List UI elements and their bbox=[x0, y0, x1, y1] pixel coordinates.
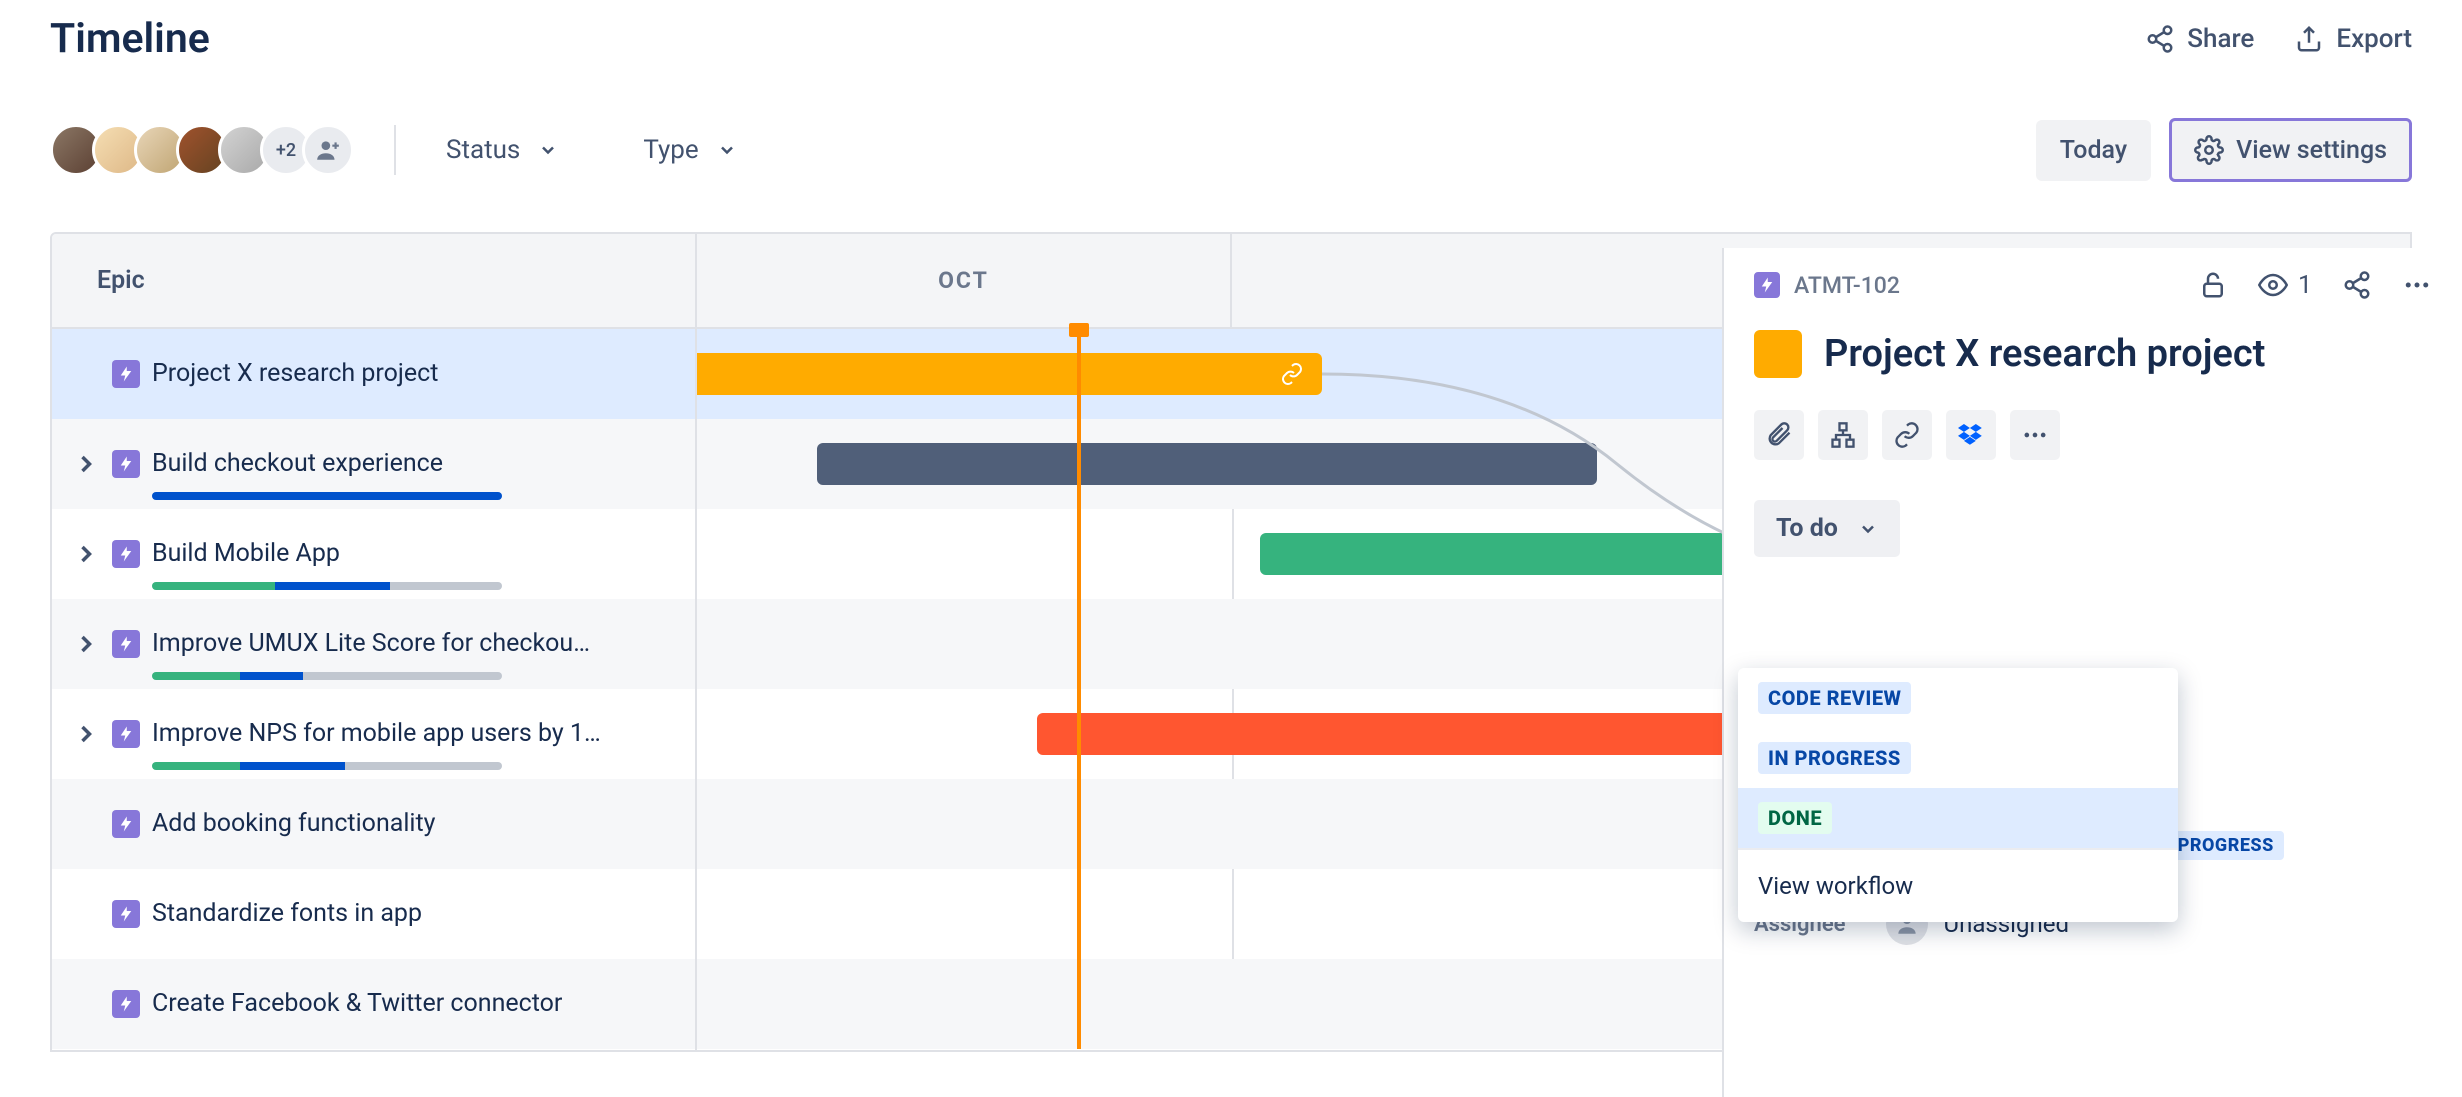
epic-icon bbox=[112, 630, 140, 658]
chevron-down-icon bbox=[538, 140, 558, 160]
dropbox-button[interactable] bbox=[1946, 410, 1996, 460]
status-label: To do bbox=[1776, 514, 1838, 543]
today-button[interactable]: Today bbox=[2036, 120, 2151, 181]
gear-icon bbox=[2194, 135, 2224, 165]
export-icon bbox=[2294, 24, 2324, 54]
epic-row[interactable]: Add booking functionality bbox=[52, 779, 695, 869]
status-filter[interactable]: Status bbox=[436, 135, 568, 165]
more-icon bbox=[2021, 421, 2049, 449]
epic-row[interactable]: Project X research project bbox=[52, 329, 695, 419]
page-title: Timeline bbox=[50, 15, 210, 63]
epic-row[interactable]: Build Mobile App bbox=[52, 509, 695, 599]
expand-button[interactable] bbox=[72, 540, 100, 568]
progress-bar bbox=[152, 762, 502, 770]
epic-row[interactable]: Improve UMUX Lite Score for checkou… bbox=[52, 599, 695, 689]
epic-column-header: Epic bbox=[52, 234, 695, 329]
unlock-icon[interactable] bbox=[2198, 270, 2228, 300]
share-label: Share bbox=[2187, 24, 2254, 54]
more-actions-button[interactable] bbox=[2010, 410, 2060, 460]
share-icon bbox=[2145, 24, 2175, 54]
status-lozenge: CODE REVIEW bbox=[1758, 682, 1911, 714]
epic-label: Add booking functionality bbox=[152, 809, 436, 838]
attach-button[interactable] bbox=[1754, 410, 1804, 460]
chevron-right-icon bbox=[72, 540, 100, 568]
view-settings-button[interactable]: View settings bbox=[2169, 118, 2412, 182]
epic-label: Create Facebook & Twitter connector bbox=[152, 989, 562, 1018]
chevron-right-icon bbox=[72, 720, 100, 748]
progress-bar bbox=[152, 582, 502, 590]
hierarchy-icon bbox=[1829, 421, 1857, 449]
epic-label: Standardize fonts in app bbox=[152, 899, 422, 928]
today-line bbox=[1077, 329, 1081, 1049]
link-icon bbox=[1893, 421, 1921, 449]
epic-icon bbox=[1754, 272, 1780, 298]
attachment-icon bbox=[1765, 421, 1793, 449]
share-button[interactable]: Share bbox=[2145, 24, 2254, 54]
status-filter-label: Status bbox=[446, 135, 520, 165]
epic-label: Build Mobile App bbox=[152, 539, 340, 568]
expand-button[interactable] bbox=[72, 450, 100, 478]
status-lozenge: DONE bbox=[1758, 802, 1832, 834]
epic-row[interactable]: Improve NPS for mobile app users by 1… bbox=[52, 689, 695, 779]
epic-icon bbox=[112, 450, 140, 478]
month-header: OCT bbox=[697, 234, 1232, 327]
share-icon[interactable] bbox=[2342, 270, 2372, 300]
add-people-icon bbox=[315, 137, 341, 163]
type-filter[interactable]: Type bbox=[633, 135, 746, 165]
today-label: Today bbox=[2060, 136, 2127, 165]
epic-icon bbox=[112, 990, 140, 1018]
progress-bar bbox=[152, 672, 502, 680]
chevron-down-icon bbox=[717, 140, 737, 160]
view-workflow-link[interactable]: View workflow bbox=[1738, 850, 2178, 922]
type-filter-label: Type bbox=[643, 135, 698, 165]
chevron-down-icon bbox=[1858, 519, 1878, 539]
issue-key[interactable]: ATMT-102 bbox=[1794, 272, 1900, 299]
epic-label: Improve UMUX Lite Score for checkou… bbox=[152, 629, 590, 658]
dropbox-icon bbox=[1957, 421, 1985, 449]
epic-label: Build checkout experience bbox=[152, 449, 443, 478]
epic-icon bbox=[112, 900, 140, 928]
status-option[interactable]: CODE REVIEW bbox=[1738, 668, 2178, 728]
epic-row[interactable]: Build checkout experience bbox=[52, 419, 695, 509]
export-button[interactable]: Export bbox=[2294, 24, 2412, 54]
progress-bar bbox=[152, 492, 502, 500]
issue-title[interactable]: Project X research project bbox=[1824, 332, 2265, 376]
breadcrumb[interactable]: ATMT-102 bbox=[1754, 272, 1900, 299]
export-label: Export bbox=[2336, 24, 2412, 54]
gantt-bar[interactable] bbox=[817, 443, 1597, 485]
epic-icon bbox=[112, 720, 140, 748]
link-button[interactable] bbox=[1882, 410, 1932, 460]
status-option[interactable]: DONE bbox=[1738, 788, 2178, 848]
link-icon bbox=[1280, 362, 1304, 386]
epic-icon bbox=[112, 540, 140, 568]
expand-button[interactable] bbox=[72, 720, 100, 748]
epic-icon bbox=[112, 810, 140, 838]
more-icon[interactable] bbox=[2402, 270, 2432, 300]
avatar-stack[interactable]: +2 bbox=[50, 124, 354, 176]
chevron-right-icon bbox=[72, 450, 100, 478]
issue-detail-panel: ATMT-102 1 Project X research project To… bbox=[1722, 248, 2462, 1097]
epic-row[interactable]: Create Facebook & Twitter connector bbox=[52, 959, 695, 1049]
divider bbox=[394, 125, 396, 175]
add-people-button[interactable] bbox=[302, 124, 354, 176]
gantt-bar[interactable] bbox=[697, 353, 1322, 395]
epic-row[interactable]: Standardize fonts in app bbox=[52, 869, 695, 959]
today-marker bbox=[1069, 323, 1089, 337]
epic-icon bbox=[112, 360, 140, 388]
status-dropdown[interactable]: To do bbox=[1754, 500, 1900, 557]
add-child-button[interactable] bbox=[1818, 410, 1868, 460]
gantt-bar[interactable] bbox=[1037, 713, 1817, 755]
expand-button[interactable] bbox=[72, 630, 100, 658]
epic-label: Improve NPS for mobile app users by 1… bbox=[152, 719, 601, 748]
view-settings-label: View settings bbox=[2236, 136, 2387, 165]
watch-button[interactable]: 1 bbox=[2258, 270, 2312, 300]
status-option[interactable]: IN PROGRESS bbox=[1738, 728, 2178, 788]
status-dropdown-menu: CODE REVIEW IN PROGRESS DONE View workfl… bbox=[1738, 668, 2178, 922]
status-lozenge: IN PROGRESS bbox=[1758, 742, 1911, 774]
eye-icon bbox=[2258, 270, 2288, 300]
epic-label: Project X research project bbox=[152, 359, 438, 388]
chevron-right-icon bbox=[72, 630, 100, 658]
epic-color-swatch[interactable] bbox=[1754, 330, 1802, 378]
watch-count: 1 bbox=[2298, 271, 2312, 300]
